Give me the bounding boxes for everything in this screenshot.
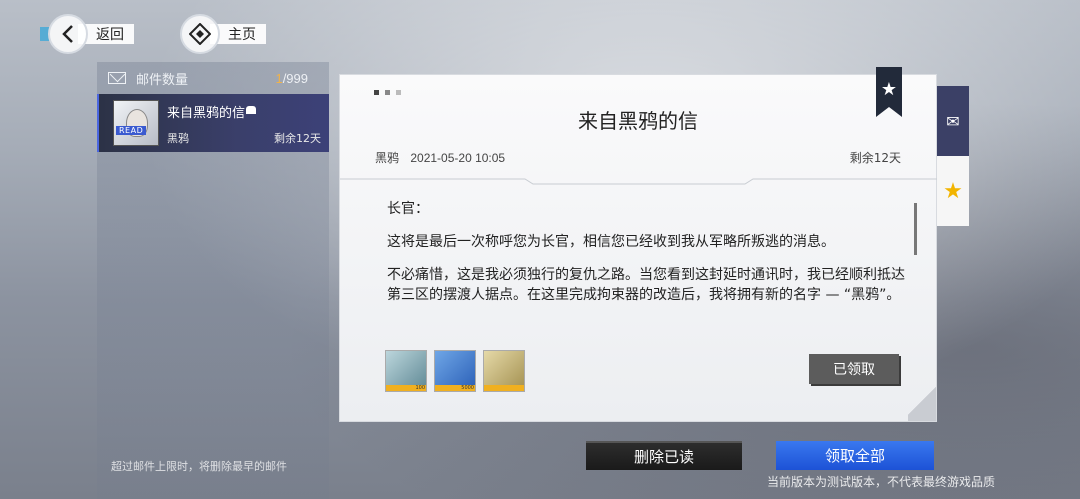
sender-avatar: READ [113,100,159,146]
claim-all-button[interactable]: 领取全部 [776,441,934,470]
mail-tab-envelope-icon[interactable]: ✉ [937,86,969,156]
letter-sender: 黑鸦 [375,151,400,165]
letter-paragraph: 长官： [387,201,429,217]
letter-remaining: 剩余12天 [849,151,901,165]
version-note: 当前版本为测试版本，不代表最终游戏品质 [767,475,996,489]
ticket-item-icon[interactable] [483,350,525,392]
letter-paragraph: 这将是最后一次称呼您为长官，相信您已经收到我从军略所叛逃的消息。 [387,234,835,250]
letter-paragraph: 不必痛惜，这是我必须独行的复仇之路。当您看到这封延时通讯时，我已经顺利抵达第三区… [387,267,905,303]
crystal-item-icon[interactable]: 100 [385,350,427,392]
page-dots [374,90,401,95]
mail-count-value: 1/999 [275,70,308,86]
envelope-icon [108,72,126,84]
mail-count-header: 邮件数量 1/999 [108,68,308,88]
back-button[interactable]: 返回 [40,14,134,54]
letter-meta: 黑鸦 2021-05-20 10:05 [375,149,505,166]
mail-item-sender: 黑鸦 [167,132,189,145]
letter-body: 长官： 这将是最后一次称呼您为长官，相信您已经收到我从军略所叛逃的消息。 不必痛… [387,199,907,318]
divider [340,178,938,185]
attachments: 100 5000 [385,350,525,392]
attachment-icon [246,106,256,114]
card-item-icon[interactable]: 5000 [434,350,476,392]
favorites-tab-star-icon[interactable]: ★ [937,156,969,226]
mail-count-label: 邮件数量 [136,71,189,87]
mail-item-title: 来自黑鸦的信 [167,106,246,121]
page-corner [908,381,936,421]
received-button[interactable]: 已领取 [809,354,899,384]
back-arrow-icon [48,14,88,54]
letter-card: ★ 来自黑鸦的信 黑鸦 2021-05-20 10:05 剩余12天 长官： 这… [339,67,938,422]
scrollbar[interactable] [914,203,917,255]
home-button[interactable]: 主页 [180,14,266,54]
home-diamond-icon [180,14,220,54]
read-badge: READ [116,126,147,135]
delete-read-button[interactable]: 删除已读 [586,441,742,470]
mail-item-remaining: 剩余12天 [274,132,321,145]
mail-limit-hint: 超过邮件上限时，将删除最早的邮件 [111,460,287,473]
letter-date: 2021-05-20 10:05 [410,151,506,165]
letter-title: 来自黑鸦的信 [578,109,698,133]
mail-list-item[interactable]: READ 来自黑鸦的信 黑鸦 剩余12天 [97,94,329,152]
